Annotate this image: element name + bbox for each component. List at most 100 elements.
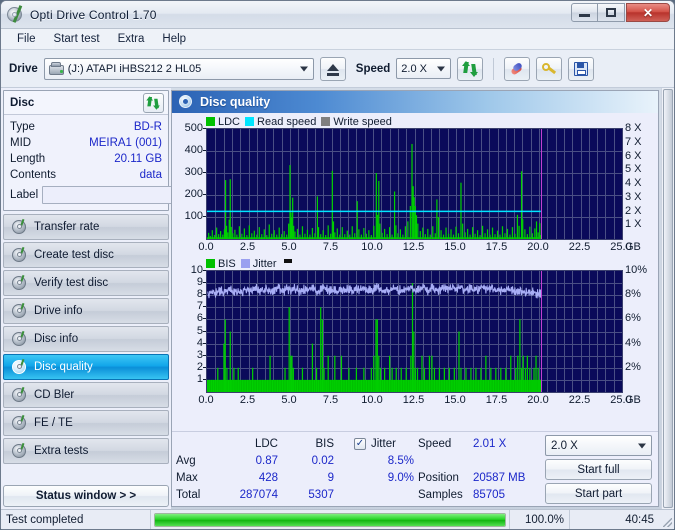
ldc-x-axis: 0.0 2.5 5.0 7.5 10.0 12.5 15.0 17.5 20.0 22.5 25.0… [174,240,656,255]
chevron-down-icon [299,66,308,71]
sidebar-item-disc-quality[interactable]: Disc quality [3,354,169,380]
ldc-plot-row: 100 200 300 400 500 1 X2 X3 X4 X5 X6 X7 X8 X [174,122,656,240]
speed-select[interactable]: 2.0 X [396,58,452,79]
disc-info-rows: Type BD-R MID MEIRA1 (001) Length 20.11 … [4,115,243,210]
legend-label: BIS [218,257,236,270]
menu-help[interactable]: Help [153,31,195,47]
right-y-tick-label: 5 X [625,163,642,176]
drive-icon [48,61,64,76]
disc-panel-title: Disc [10,96,35,109]
disc-refresh-button[interactable] [143,92,164,113]
minimize-button[interactable] [571,3,598,22]
right-y-tick-label: 8 X [625,122,642,134]
sidebar-item-label: FE / TE [34,417,73,429]
refresh-button[interactable] [457,56,484,81]
scrollbar-thumb[interactable] [663,89,673,508]
disc-icon [12,358,27,375]
close-button[interactable]: ✕ [626,3,670,22]
stats-col-meta-values: 2.01 X 20587 MB 85705 [473,435,545,504]
sidebar-item-label: Transfer rate [34,221,100,233]
drive-select-value: (J:) ATAPI iHBS212 2 HL05 [67,62,202,75]
legend-item-bis: BIS [206,258,236,270]
vertical-scrollbar[interactable] [661,88,674,509]
sidebar-item-create-test-disc[interactable]: Create test disc [3,242,169,268]
maximize-icon [606,8,616,17]
end-of-data-marker [540,129,542,239]
disc-row-key: Type [10,121,35,133]
menu-start-test[interactable]: Start test [45,31,109,47]
pills-button[interactable] [504,56,531,81]
test-speed-select[interactable]: 2.0 X [545,435,652,456]
stats-samples-value: 85705 [473,488,505,501]
x-tick-label: 22.5 [568,241,591,253]
legend-swatch [240,259,250,268]
x-tick-label: 7.5 [322,394,339,406]
x-tick-label: 10.0 [361,241,383,253]
test-speed-value: 2.0 X [551,439,578,452]
bis-plot-row: 1 2 3 4 5 6 7 8 9 10 2% 4% 6% 8% 10% [174,264,656,393]
start-full-button[interactable]: Start full [545,459,652,480]
sidebar-item-disc-info[interactable]: Disc info [3,326,169,352]
stats-bis-total: 5307 [308,488,334,501]
disc-icon [12,218,27,235]
right-y-tick-label: 2 X [625,204,642,217]
sidebar-item-extra-tests[interactable]: Extra tests [3,438,169,464]
ldc-series [207,143,542,239]
y-tick-label: 100 [184,210,203,222]
eject-icon [326,64,339,71]
legend-label: Write speed [333,115,392,128]
disc-row-type: Type BD-R [10,119,162,135]
maximize-button[interactable] [598,3,625,22]
x-tick-label: 15.0 [444,241,466,253]
bis-chart: BIS Jitter 1 2 3 4 5 6 7 8 9 10 2% 4% 6% 8% 10% [174,257,656,408]
status-bar: Test completed 100.0% 40:45 [1,509,674,529]
ldc-chart: LDC Read speed Write speed 100 200 300 400 5… [174,115,656,255]
right-y-tick-label: 6 X [625,149,642,162]
ldc-right-y-axis: 1 X2 X3 X4 X5 X6 X7 X8 X [623,122,656,238]
disc-icon [12,414,27,431]
legend-item-ldc: LDC [206,116,240,128]
right-y-tick-label: 1 X [625,218,642,231]
eject-button[interactable] [319,56,346,81]
save-button[interactable] [568,56,595,81]
x-tick-label: 10.0 [361,394,383,406]
status-window-button[interactable]: Status window > > [3,485,169,507]
disc-row-key: Length [10,153,46,165]
speed-label: Speed [355,62,391,75]
disc-row-value: BD-R [133,121,162,133]
sidebar-item-fe-te[interactable]: FE / TE [3,410,169,436]
menu-file[interactable]: File [8,31,45,47]
charts-area: LDC Read speed Write speed 100 200 300 400 5… [172,113,658,431]
right-y-tick-label: 8% [625,288,641,301]
x-tick-label: 7.5 [322,241,339,253]
title-bar: Opti Drive Control 1.70 ✕ [1,1,674,29]
key-button[interactable] [536,56,563,81]
sidebar-item-drive-info[interactable]: Drive info [3,298,169,324]
disc-icon [12,330,27,347]
drive-select[interactable]: (J:) ATAPI iHBS212 2 HL05 [43,57,314,80]
jitter-checkbox[interactable]: ✓ [354,437,366,450]
stats-header-bis: BIS [315,437,334,450]
nav-list: Transfer rate Create test disc Verify te… [3,214,169,464]
legend-swatch [245,117,255,126]
x-tick-label: 2.5 [239,241,256,253]
x-tick-label: 5.0 [281,241,297,253]
resize-grip[interactable] [660,510,674,529]
stats-col-ldc: LDC 0.87 428 287074 [216,435,278,504]
legend-swatch [321,117,331,126]
speed-select-value: 2.0 X [401,62,427,75]
window-body: Disc Type BD-R MID MEIRA1 (001) Length 2… [1,88,674,509]
sidebar-item-transfer-rate[interactable]: Transfer rate [3,214,169,240]
menu-extra[interactable]: Extra [109,31,154,47]
sidebar-item-cd-bler[interactable]: CD Bler [3,382,169,408]
disc-row-value: MEIRA1 (001) [89,137,162,149]
bis-x-axis: 0.0 2.5 5.0 7.5 10.0 12.5 15.0 17.5 20.0 22.5 25.0… [174,393,656,408]
sidebar-item-verify-test-disc[interactable]: Verify test disc [3,270,169,296]
chevron-down-icon [638,443,646,448]
progress-bar [151,510,510,529]
right-y-tick-label: 6% [625,312,641,325]
disc-row-mid: MID MEIRA1 (001) [10,135,162,151]
start-part-button[interactable]: Start part [545,483,652,504]
stats-header-ldc: LDC [254,437,278,450]
disc-icon [12,246,27,263]
